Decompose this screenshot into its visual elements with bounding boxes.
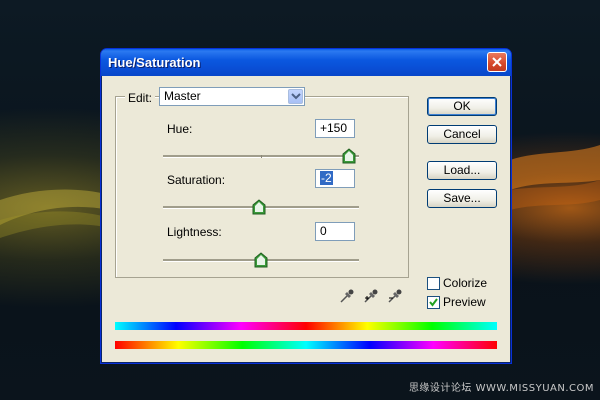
save-button[interactable]: Save...	[427, 189, 497, 208]
adjustment-group-frame	[115, 96, 409, 278]
dialog-title: Hue/Saturation	[108, 55, 201, 70]
preview-checkbox[interactable]	[427, 296, 440, 309]
ok-button[interactable]: OK	[427, 97, 497, 116]
eyedropper-icon[interactable]	[339, 288, 355, 304]
saturation-label: Saturation:	[167, 173, 226, 187]
checkmark-icon	[429, 298, 438, 307]
cancel-button[interactable]: Cancel	[427, 125, 497, 144]
eyedropper-minus-icon[interactable]	[387, 288, 403, 304]
hue-input[interactable]: +150	[315, 119, 355, 138]
preview-label: Preview	[443, 295, 486, 309]
edit-label: Edit:	[125, 91, 156, 105]
hue-label: Hue:	[167, 122, 193, 136]
adjusted-hue-spectrum-bar	[115, 322, 497, 330]
edit-channel-select[interactable]: Master	[159, 87, 305, 106]
hue-saturation-dialog: Hue/Saturation Edit: Master Hue: +150 Sa…	[100, 48, 512, 364]
lightness-input[interactable]: 0	[315, 222, 355, 241]
original-hue-spectrum-bar	[115, 341, 497, 349]
edit-channel-value: Master	[164, 89, 201, 103]
title-bar[interactable]: Hue/Saturation	[101, 49, 511, 76]
lightness-slider-thumb[interactable]	[254, 252, 268, 268]
dropdown-arrow-icon	[291, 93, 301, 100]
watermark-text: 思缘设计论坛 WWW.MISSYUAN.COM	[408, 383, 594, 394]
load-button[interactable]: Load...	[427, 161, 497, 180]
background-light-swoosh-left	[0, 189, 110, 238]
hue-slider-thumb[interactable]	[342, 148, 356, 164]
saturation-input[interactable]: -2	[315, 169, 355, 188]
colorize-label: Colorize	[443, 276, 488, 290]
lightness-label: Lightness:	[167, 225, 222, 239]
saturation-value: -2	[320, 171, 333, 185]
dropdown-arrow-button[interactable]	[288, 89, 303, 104]
eyedropper-plus-icon[interactable]	[363, 288, 379, 304]
saturation-slider-thumb[interactable]	[252, 199, 266, 215]
close-button[interactable]	[487, 52, 507, 72]
background-light-swoosh-right	[510, 145, 600, 210]
colorize-checkbox[interactable]	[427, 277, 440, 290]
hue-center-tick	[261, 155, 262, 158]
close-icon	[492, 57, 502, 67]
